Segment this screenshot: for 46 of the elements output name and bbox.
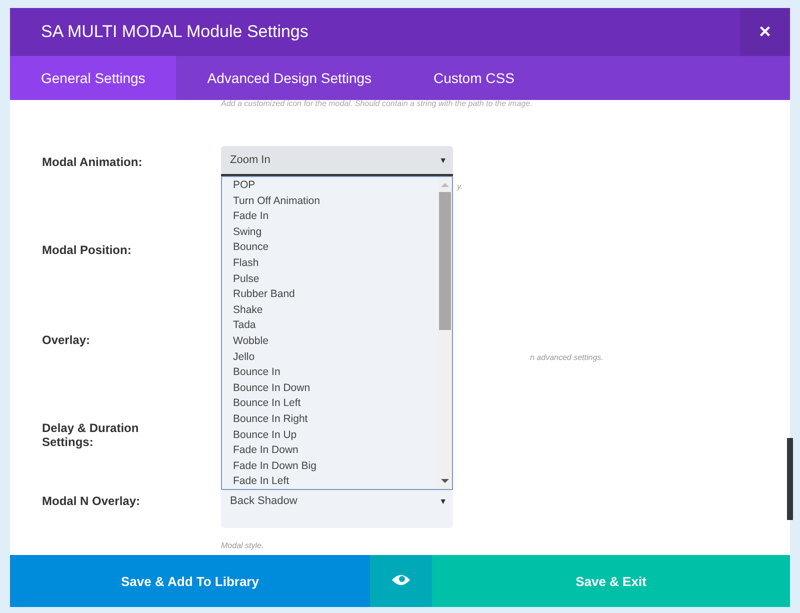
dropdown-option[interactable]: Fade In Left: [233, 474, 438, 490]
dropdown-option[interactable]: Bounce In: [233, 365, 438, 381]
caret-icon: ▼: [439, 496, 447, 506]
dropdown-option[interactable]: Wobble: [233, 334, 438, 350]
tab[interactable]: Advanced Design Settings: [176, 56, 403, 100]
dropdown-option[interactable]: Bounce In Down: [233, 380, 438, 396]
scroll-up-icon[interactable]: [441, 181, 449, 189]
field-label: Modal Animation:: [42, 154, 144, 169]
dropdown-option[interactable]: Bounce: [233, 240, 438, 256]
dropdown-option[interactable]: Bounce In Left: [233, 396, 438, 412]
tab[interactable]: Custom CSS: [402, 56, 546, 100]
field-label: Modal Position:: [42, 242, 132, 257]
dropdown-option[interactable]: Flash: [233, 256, 438, 272]
dropdown-option[interactable]: Swing: [233, 224, 438, 240]
dropdown-option[interactable]: Fade In Down Big: [233, 458, 438, 474]
scrollbar-thumb[interactable]: [787, 438, 793, 520]
dropdown-option[interactable]: Pulse: [233, 272, 438, 288]
dropdown-option[interactable]: POP: [233, 178, 438, 194]
caret-icon: ▼: [439, 156, 447, 164]
eye-icon: [391, 572, 411, 586]
dropdown-option[interactable]: Tada: [233, 318, 438, 334]
field-label: Delay & Duration Settings:: [42, 420, 140, 449]
field-label: Modal N Overlay:: [42, 493, 142, 508]
preview-button[interactable]: [370, 555, 432, 607]
window-title: SA MULTI MODAL Module Settings: [40, 22, 308, 42]
save-library-button[interactable]: Save & Add To Library: [10, 555, 370, 607]
field-hint: n advanced settings.: [530, 353, 604, 362]
dropdown-option[interactable]: Fade In Down: [233, 443, 438, 459]
field-hint: y.: [457, 182, 464, 191]
scrollbar-thumb[interactable]: [439, 192, 451, 330]
close-button[interactable]: ×: [740, 8, 790, 56]
dropdown-option[interactable]: Jello: [233, 350, 438, 366]
select-field[interactable]: Back Shadow ▼: [221, 490, 453, 512]
scroll-down-icon[interactable]: [441, 477, 449, 485]
dropdown-option[interactable]: Shake: [233, 302, 438, 318]
field-hint: Modal style.: [221, 541, 265, 550]
dropdown-option[interactable]: Bounce In Right: [233, 412, 438, 428]
dropdown-option[interactable]: Fade In: [233, 209, 438, 225]
field-label: Overlay:: [42, 332, 92, 347]
field-hint: Add a customized icon for the modal. Should contain a string with the path to the image.: [220, 100, 534, 110]
dropdown-option[interactable]: Bounce In Up: [233, 428, 438, 444]
tab[interactable]: General Settings: [10, 56, 176, 100]
dropdown-option[interactable]: Turn Off Animation: [233, 194, 438, 210]
select-field[interactable]: Zoom In ▼: [221, 146, 453, 176]
dropdown-option[interactable]: Rubber Band: [233, 287, 438, 303]
scrollbar[interactable]: [438, 177, 452, 489]
